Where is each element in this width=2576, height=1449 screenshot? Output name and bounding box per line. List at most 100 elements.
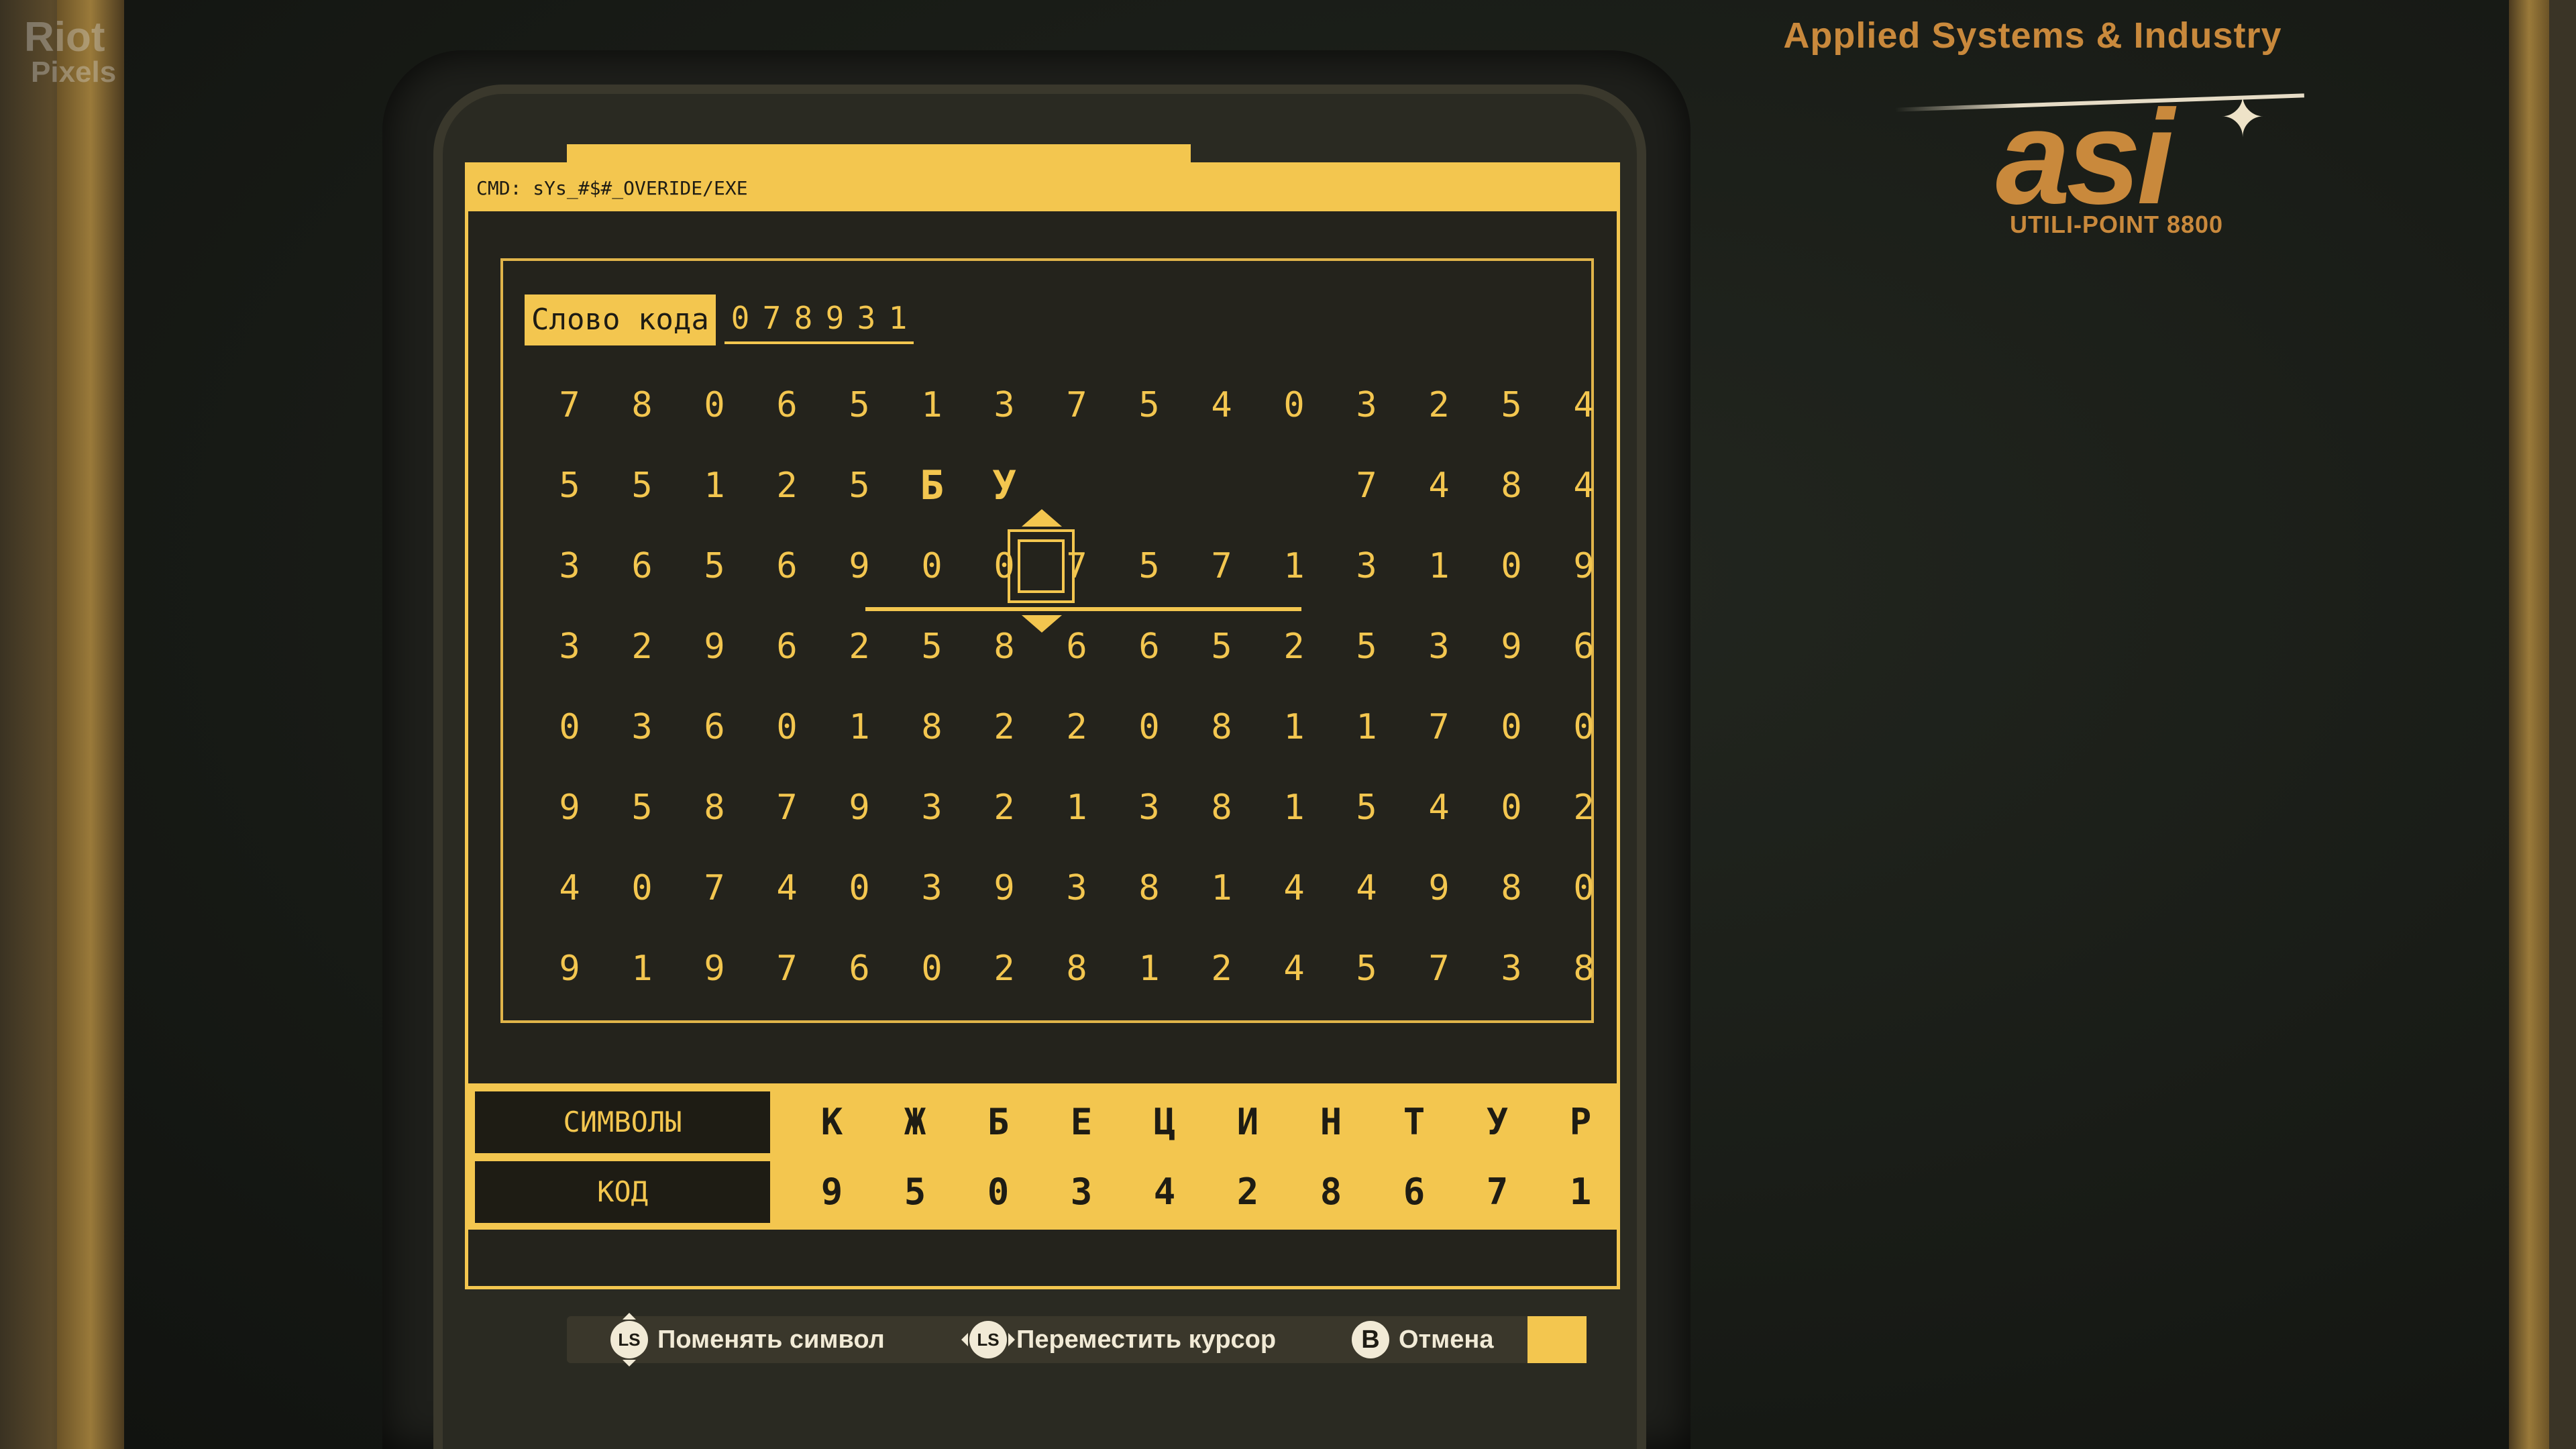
grid-cell: 9 (559, 949, 580, 989)
grid-cell: 7 (1356, 466, 1377, 506)
code-word-digits: 0 7 8 9 3 1 (724, 294, 914, 344)
brand-model: UTILI-POINT 8800 (2009, 211, 2224, 238)
legend-code: 3 (1070, 1171, 1093, 1213)
watermark: Riot Pixels (24, 14, 117, 90)
change-symbol-prompt[interactable]: LS Поменять символ (610, 1313, 885, 1366)
grid-cell: 0 (921, 949, 943, 989)
cancel-label: Отмена (1399, 1325, 1494, 1354)
grid-cell: 9 (849, 788, 870, 828)
grid-cell: 2 (776, 466, 798, 506)
brand-logo: asi (1996, 83, 2174, 232)
code-grid-panel: Слово кода 0 7 8 9 3 1 78065137540325455… (500, 258, 1595, 1023)
cancel-prompt[interactable]: B Отмена (1352, 1316, 1494, 1363)
grid-row: 7 8 0 6 5 1 3 7 5 4 0 3 2 5 4 (533, 365, 1620, 445)
grid-cell: 9 (559, 788, 580, 828)
grid-cell: 8 (1211, 707, 1232, 747)
watermark-line2: Pixels (31, 56, 117, 89)
grid-cell: 1 (1211, 868, 1232, 908)
code-word-label: Слово кода (525, 294, 716, 345)
grid-cell: 4 (1283, 949, 1305, 989)
legend-code: 9 (820, 1171, 843, 1213)
code-digit: 0 (724, 294, 756, 344)
grid-cell: 0 (1501, 546, 1522, 586)
grid-cell: 0 (921, 546, 943, 586)
grid-cell: 7 (776, 949, 798, 989)
grid-cell: 2 (631, 627, 653, 667)
grid-cell: 1 (849, 707, 870, 747)
move-cursor-prompt[interactable]: LS Переместить курсор (961, 1316, 1276, 1363)
grid-cell: 1 (631, 949, 653, 989)
grid-cell: 7 (1211, 546, 1232, 586)
grid-cell: 2 (1428, 385, 1450, 425)
grid-cell: 8 (1138, 868, 1160, 908)
grid-cell-empty (1113, 445, 1185, 526)
grid-cell: 5 (1211, 627, 1232, 667)
legend-symbols-row: КЖБЕЦИНТУР (790, 1091, 1622, 1153)
grid-cell: 0 (1283, 385, 1305, 425)
grid-cell: 5 (849, 466, 870, 506)
cursor-down-arrow-icon[interactable] (1022, 615, 1062, 633)
grid-cell: 3 (1066, 868, 1087, 908)
grid-cell: 5 (1138, 546, 1160, 586)
grid-cell: 0 (1138, 707, 1160, 747)
grid-cell: 3 (1501, 949, 1522, 989)
legend-code: 1 (1569, 1171, 1592, 1213)
grid-cell: 5 (849, 385, 870, 425)
grid-cell: 7 (776, 788, 798, 828)
grid-cell: 1 (704, 466, 725, 506)
grid-cell: 3 (559, 627, 580, 667)
legend-symbol: Р (1569, 1101, 1592, 1143)
grid-cell: 4 (1428, 466, 1450, 506)
grid-cell: 5 (559, 466, 580, 506)
grid-cell: 1 (1356, 707, 1377, 747)
grid-cell: 3 (1356, 546, 1377, 586)
grid-cell: 5 (921, 627, 943, 667)
code-digit: 1 (882, 294, 914, 344)
legend-code: 5 (904, 1171, 926, 1213)
grid-cell: 4 (1283, 868, 1305, 908)
grid-cell: 0 (1573, 707, 1595, 747)
grid-cell: 8 (1501, 868, 1522, 908)
code-digit: 7 (756, 294, 788, 344)
grid-cell: 1 (1283, 788, 1305, 828)
legend-symbol: У (1486, 1101, 1509, 1143)
symbol-cursor[interactable] (1008, 529, 1075, 603)
watermark-line1: Riot (24, 14, 105, 60)
grid-cell: 3 (559, 546, 580, 586)
legend-symbol: Т (1403, 1101, 1426, 1143)
right-background (2549, 0, 2576, 1449)
grid-cell: 5 (1501, 385, 1522, 425)
prompt-bar-end-cap (1527, 1316, 1587, 1363)
number-grid: 78065137540325455125БУ748436569007571310… (533, 365, 1620, 1009)
grid-cell: 2 (994, 788, 1015, 828)
grid-cell: 9 (849, 546, 870, 586)
grid-cell: 5 (1356, 627, 1377, 667)
grid-cell: 1 (1066, 788, 1087, 828)
legend-code: 4 (1153, 1171, 1176, 1213)
grid-cell: 3 (994, 385, 1015, 425)
grid-cell: 0 (704, 385, 725, 425)
cursor-up-arrow-icon[interactable] (1022, 509, 1062, 527)
grid-cell: 7 (1428, 949, 1450, 989)
grid-cell: 2 (849, 627, 870, 667)
grid-row: 4 0 7 4 0 3 9 3 8 1 4 4 9 8 0 (533, 848, 1620, 928)
grid-cell: 6 (776, 627, 798, 667)
legend-symbol: Н (1320, 1101, 1342, 1143)
legend-symbol: Ж (904, 1101, 926, 1143)
grid-cell: 6 (631, 546, 653, 586)
code-digit: 8 (788, 294, 819, 344)
cipher-legend: СИМВОЛЫ КОД К Ж Б Е Ц И Н Т У Р 9 5 0 3 4 2 8 6 7 1 (468, 1083, 1617, 1230)
grid-cell: 1 (921, 385, 943, 425)
grid-cell: 9 (1501, 627, 1522, 667)
grid-cell: 9 (1573, 546, 1595, 586)
grid-cell: Б (919, 462, 945, 509)
grid-cell: 8 (1066, 949, 1087, 989)
grid-cell: 8 (631, 385, 653, 425)
grid-cell: 4 (776, 868, 798, 908)
grid-cell: 5 (631, 466, 653, 506)
grid-row: 9 5 8 7 9 3 2 1 3 8 1 5 4 0 2 (533, 767, 1620, 848)
legend-code: 6 (1403, 1171, 1426, 1213)
grid-cell: 0 (1501, 788, 1522, 828)
grid-row: 365690075713109 (533, 526, 1620, 606)
legend-symbol: Е (1070, 1101, 1093, 1143)
